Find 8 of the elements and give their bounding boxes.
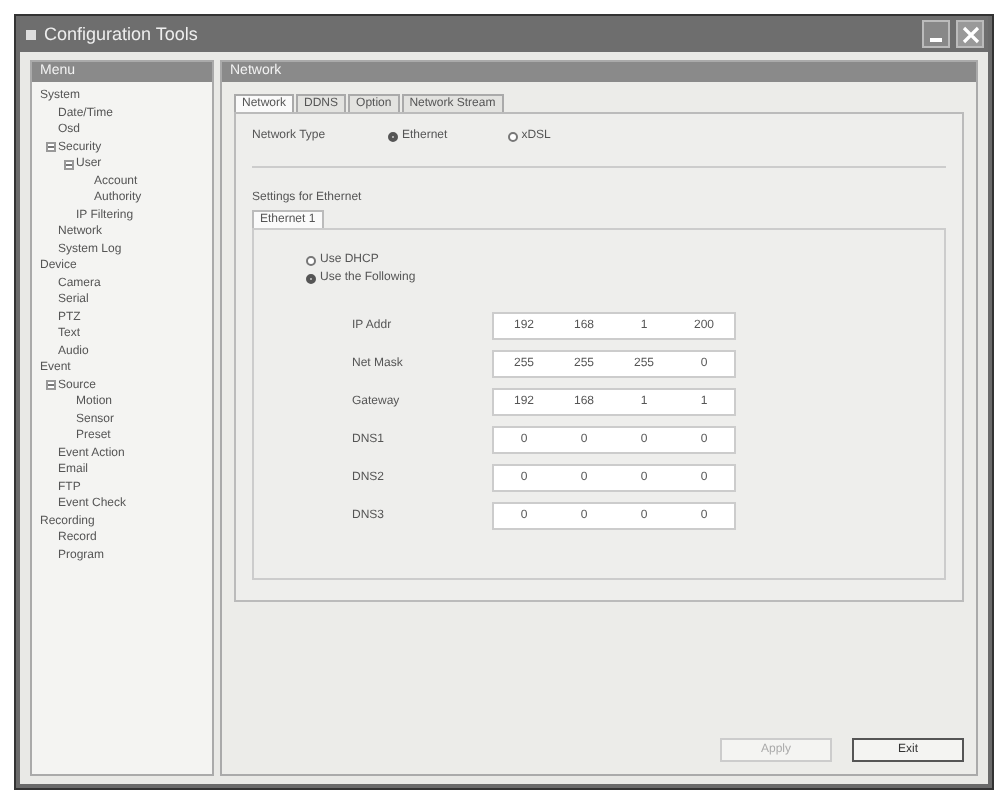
close-icon (961, 25, 979, 43)
collapse-icon[interactable] (46, 380, 56, 391)
minimize-button[interactable] (922, 20, 950, 48)
collapse-icon[interactable] (64, 159, 74, 170)
close-button[interactable] (956, 20, 984, 48)
collapse-icon[interactable] (46, 142, 56, 153)
app-icon (26, 29, 36, 39)
window-title: Configuration Tools (44, 24, 200, 44)
